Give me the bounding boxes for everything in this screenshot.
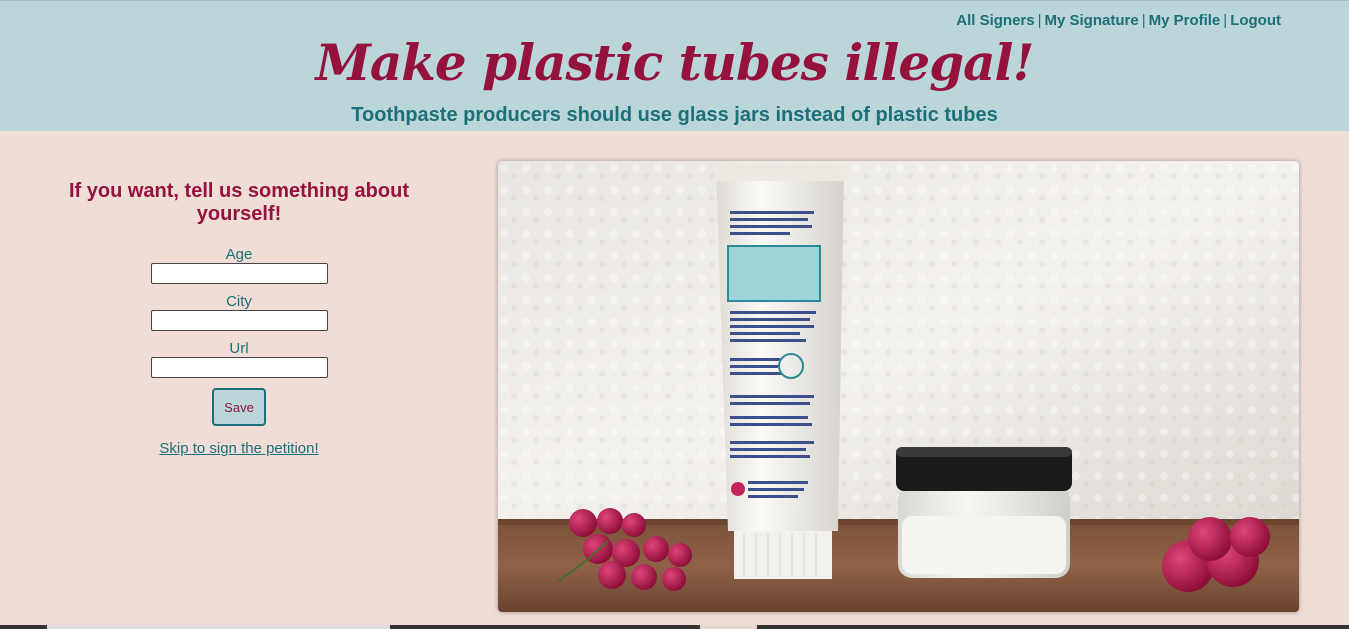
url-label: Url <box>229 340 249 357</box>
page-subtitle: Toothpaste producers should use glass ja… <box>351 104 998 126</box>
city-input[interactable] <box>150 310 328 331</box>
profile-form: If you want, tell us something about you… <box>48 180 430 457</box>
page-header: All Signers | My Signature | My Profile | Logo… <box>0 0 1349 131</box>
nav-separator: | <box>1037 12 1042 29</box>
age-input[interactable] <box>150 263 328 284</box>
page-bottom-strip <box>0 625 1349 629</box>
toothpaste-jar-photo-image <box>498 161 1299 612</box>
nav-logout-link[interactable]: Logout <box>1230 12 1281 29</box>
page-title: Make plastic tubes illegal! <box>315 33 1035 92</box>
top-nav: All Signers | My Signature | My Profile | Logo… <box>956 12 1281 29</box>
bottom-strip-segment <box>700 625 757 629</box>
nav-separator: | <box>1141 12 1146 29</box>
url-input[interactable] <box>150 357 328 378</box>
form-heading: If you want, tell us something about you… <box>68 180 409 225</box>
nav-my-profile-link[interactable]: My Profile <box>1149 12 1221 29</box>
save-button[interactable]: Save <box>212 388 266 426</box>
nav-separator: | <box>1223 12 1228 29</box>
nav-all-signers-link[interactable]: All Signers <box>956 12 1034 29</box>
bottom-strip-segment <box>47 625 390 629</box>
skip-to-sign-link[interactable]: Skip to sign the petition! <box>48 440 430 457</box>
nav-my-signature-link[interactable]: My Signature <box>1045 12 1139 29</box>
city-label: City <box>226 293 252 310</box>
hero-photo <box>498 161 1299 612</box>
age-label: Age <box>225 246 253 263</box>
